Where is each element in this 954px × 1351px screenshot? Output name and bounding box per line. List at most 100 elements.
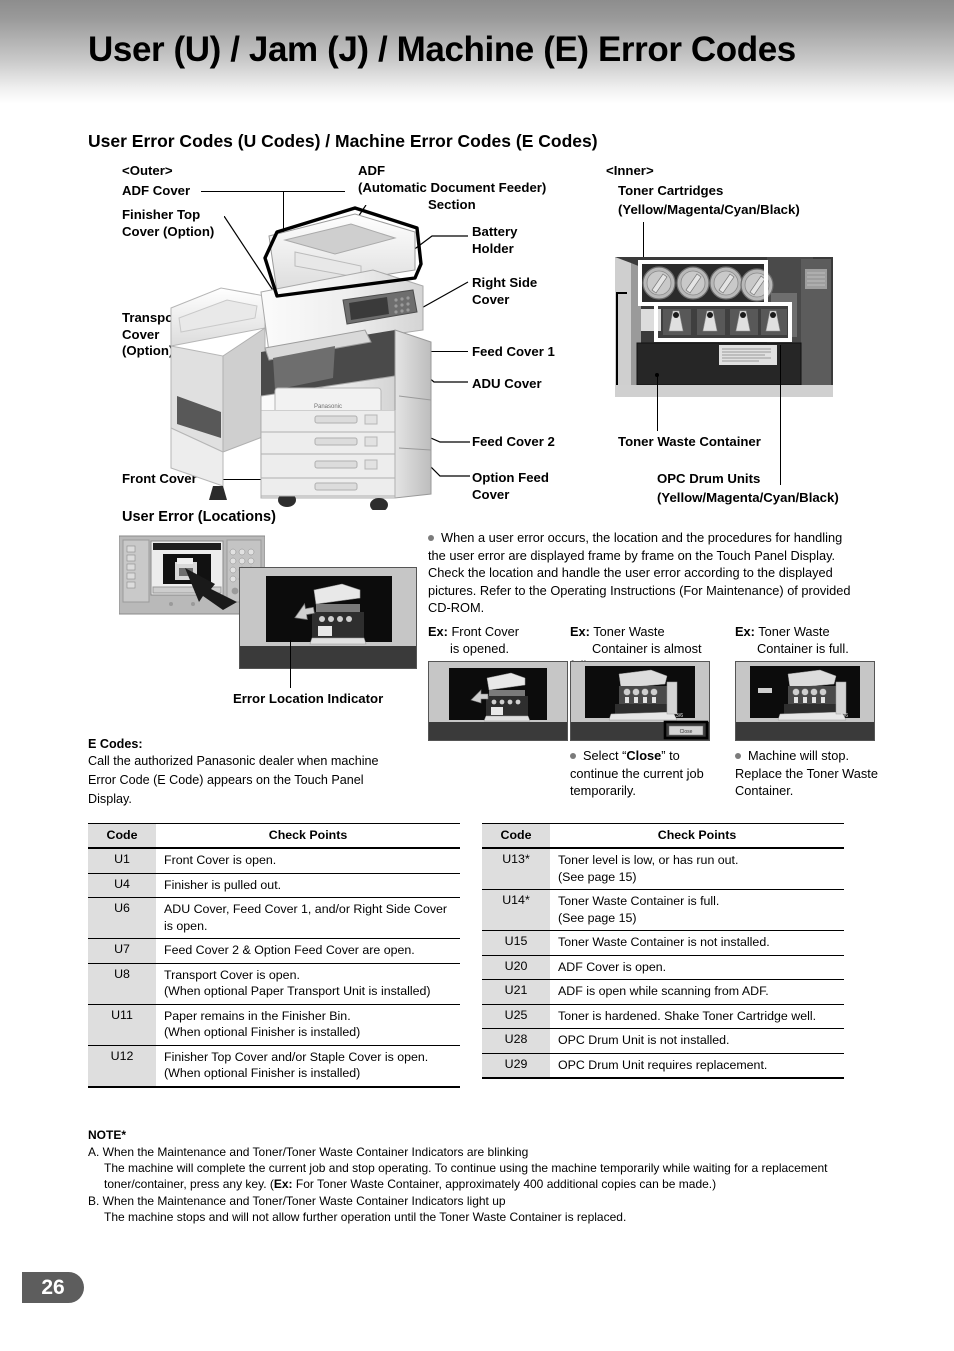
table-row: U25 Toner is hardened. Shake Toner Cartri… (482, 1004, 844, 1029)
cell-code: U28 (482, 1028, 550, 1054)
user-error-heading: User Error (Locations) (122, 509, 276, 525)
label-opc-drum-1: OPC Drum Units (657, 471, 761, 486)
example-1-screen (428, 661, 568, 741)
cell-check-points: Front Cover is open. (156, 848, 460, 874)
cell-check-points: ADF is open while scanning from ADF. (550, 979, 844, 1005)
note-heading: A. When the Maintenance and Toner/Toner … (88, 1145, 529, 1159)
label-toner-cartridges-2: (Yellow/Magenta/Cyan/Black) (618, 202, 800, 217)
bullet-icon-3 (735, 752, 741, 759)
cell-check-points: Transport Cover is open. (When optional P… (156, 963, 460, 1005)
user-error-description-text: When a user error occurs, the location a… (428, 530, 851, 616)
table-row: U29 OPC Drum Unit requires replacement. (482, 1053, 844, 1079)
cell-code: U4 (88, 873, 156, 898)
cell-check-points: Finisher is pulled out. (156, 873, 460, 898)
table-row: U12 Finisher Top Cover and/or Staple Cove… (88, 1045, 460, 1088)
cell-code: U14* (482, 889, 550, 931)
error-location-display (239, 567, 417, 669)
table-row: U14* Toner Waste Container is full. (See p… (482, 889, 844, 931)
example-3-note-text: Machine will stop. Replace the Toner Was… (735, 748, 878, 799)
example-2-close-button: Close (680, 729, 693, 735)
cell-code: U8 (88, 963, 156, 1005)
note-body: The machine will complete the current jo… (88, 1160, 908, 1192)
table-row: U8 Transport Cover is open. (When optional… (88, 963, 460, 1005)
label-battery-holder: Battery Holder (472, 224, 518, 256)
cell-code: U7 (88, 938, 156, 964)
note-body-emphasis: Ex: (273, 1177, 293, 1192)
table-row: U21 ADF is open while scanning from ADF. (482, 979, 844, 1005)
inner-machine-photo (615, 257, 833, 397)
table-user-codes-left: Code Check Points U1 Front Cover is open.… (88, 823, 460, 1088)
example-3-caption-l1: Toner Waste (758, 624, 830, 639)
note-item: A. When the Maintenance and Toner/Toner … (88, 1144, 908, 1193)
page-number-tab: 26 (22, 1272, 84, 1303)
example-1-caption-l1: Front Cover (451, 624, 520, 639)
cell-code: U12 (88, 1045, 156, 1088)
header-code: Code (482, 823, 550, 849)
ecodes-body: Call the authorized Panasonic dealer whe… (88, 754, 379, 806)
note-heading: B. When the Maintenance and Toner/Toner … (88, 1193, 506, 1208)
document-page: User (U) / Jam (J) / Machine (E) Error C… (0, 0, 954, 1351)
printer-drawers (260, 409, 401, 502)
table-header-row: Code Check Points (482, 823, 844, 849)
cell-check-points: OPC Drum Unit is not installed. (550, 1028, 844, 1054)
example-1-caption: Ex: Front Cover is opened. (428, 623, 558, 657)
cell-code: U6 (88, 897, 156, 939)
cell-check-points: OPC Drum Unit requires replacement. (550, 1053, 844, 1079)
example-2-ex-label: Ex: (570, 624, 590, 639)
example-1-caption-l2: is opened. (450, 641, 510, 656)
cell-code: U13* (482, 848, 550, 890)
example-3-screen: 5/6 (735, 661, 875, 741)
leader-toner-waste (657, 375, 658, 431)
cell-code: U15 (482, 930, 550, 956)
note-body-post: For Toner Waste Container, approximately… (292, 1177, 717, 1192)
leader-toner-cartridges (643, 222, 644, 262)
label-option-feed-cover: Option Feed Cover (472, 470, 549, 502)
label-adf-section-2: (Automatic Document Feeder) (358, 180, 547, 195)
example-2-note-bold: Close (626, 748, 662, 763)
table-header-row: Code Check Points (88, 823, 460, 849)
user-error-description: When a user error occurs, the location a… (428, 529, 860, 617)
note-block: A. When the Maintenance and Toner/Toner … (88, 1144, 908, 1225)
example-1-ex-label: Ex: (428, 624, 448, 639)
table-row: U11 Paper remains in the Finisher Bin. (Wh… (88, 1004, 460, 1046)
header-check-points: Check Points (156, 823, 460, 849)
example-3-note: Machine will stop. Replace the Toner Was… (735, 747, 885, 800)
table-row: U6 ADU Cover, Feed Cover 1, and/or Right … (88, 897, 460, 939)
example-3-caption: Ex: Toner Waste Container is full. (735, 623, 885, 657)
note-title: NOTE* (88, 1128, 127, 1142)
inner-group-label: <Inner> (606, 163, 654, 178)
page-number: 26 (41, 1275, 65, 1299)
cell-check-points: Toner is hardened. Shake Toner Cartridge… (550, 1004, 844, 1029)
table-right-body: U13* Toner level is low, or has run out.(… (482, 848, 844, 1079)
example-3-counter: 5/6 (841, 713, 848, 719)
table-user-codes-right: Code Check Points U13* Toner level is low… (482, 823, 844, 1079)
note-body: The machine stops and will not allow fur… (88, 1209, 908, 1225)
header-code: Code (88, 823, 156, 849)
cell-check-points: Toner Waste Container is full. (See page … (550, 889, 844, 931)
table-row: U15 Toner Waste Container is not installe… (482, 930, 844, 956)
note-item: B. When the Maintenance and Toner/Toner … (88, 1193, 908, 1225)
cell-code: U21 (482, 979, 550, 1005)
leader-adf-cover (201, 191, 345, 192)
note-body-pre: The machine stops and will not allow fur… (104, 1209, 627, 1224)
header-check-points: Check Points (550, 823, 844, 849)
label-adu-cover: ADU Cover (472, 376, 542, 391)
cell-check-points: Toner level is low, or has run out. (See … (550, 848, 844, 890)
label-adf-section-1: ADF (358, 163, 386, 178)
cell-code: U25 (482, 1004, 550, 1029)
label-feed-cover-1: Feed Cover 1 (472, 344, 555, 359)
example-2-counter: 3/6 (676, 713, 683, 719)
bullet-icon-2 (570, 752, 576, 759)
table-row: U28 OPC Drum Unit is not installed. (482, 1028, 844, 1054)
cell-code: U20 (482, 955, 550, 980)
cell-check-points: ADF Cover is open. (550, 955, 844, 980)
example-3-ex-label: Ex: (735, 624, 755, 639)
label-error-location-indicator: Error Location Indicator (233, 691, 384, 706)
example-3-caption-l2: Container is full. (757, 641, 849, 656)
section-heading: User Error Codes (U Codes) / Machine Err… (88, 131, 598, 151)
label-right-side-cover: Right Side Cover (472, 275, 538, 307)
cell-check-points: Feed Cover 2 & Option Feed Cover are ope… (156, 938, 460, 964)
leader-error-indicator (290, 640, 291, 688)
table-left-body: U1 Front Cover is open. U4 Finisher is pull… (88, 848, 460, 1088)
table-row: U4 Finisher is pulled out. (88, 873, 460, 898)
